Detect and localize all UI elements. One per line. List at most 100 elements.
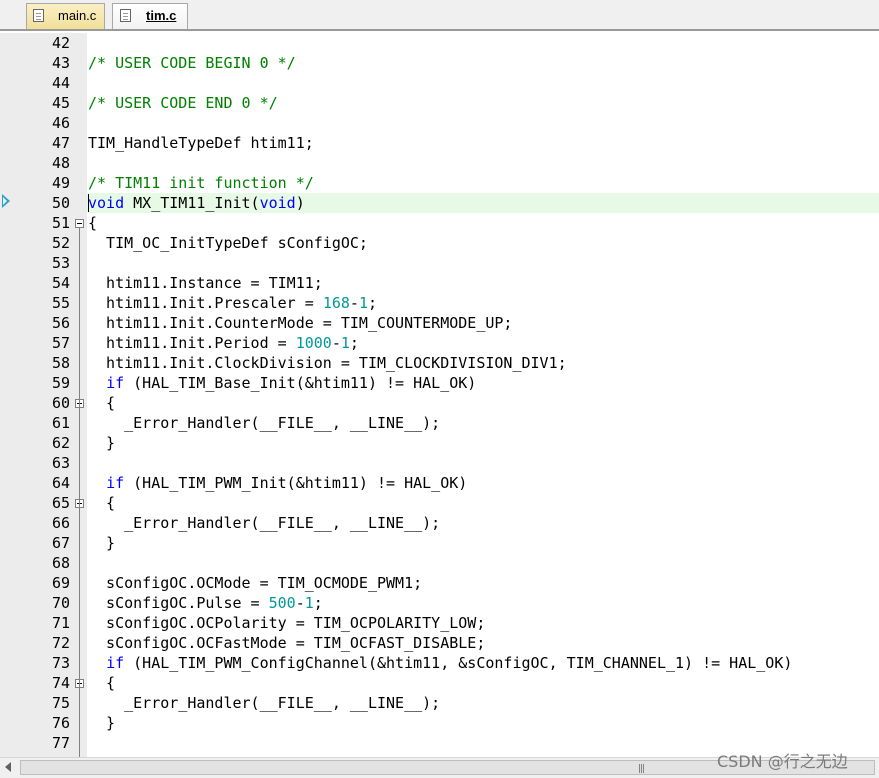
code-token: 500 [268,594,296,612]
code-line[interactable]: } [87,433,879,453]
line-number: 53 [51,254,70,272]
code-line[interactable]: /* TIM11 init function */ [87,173,879,193]
code-line[interactable] [87,553,879,573]
line-number: 60 [51,394,70,412]
scrollbar-grip-icon: ||| [638,764,645,774]
code-line[interactable]: sConfigOC.OCFastMode = TIM_OCFAST_DISABL… [87,633,879,653]
text-caret [88,194,89,212]
current-line-arrow-icon [2,194,10,208]
code-line[interactable]: if (HAL_TIM_Base_Init(&htim11) != HAL_OK… [87,373,879,393]
code-line[interactable]: { [87,213,879,233]
code-line[interactable]: htim11.Instance = TIM11; [87,273,879,293]
scroll-left-arrow-icon[interactable] [5,762,11,772]
code-token: /* USER CODE END 0 */ [88,94,278,112]
code-token: void [88,194,125,212]
line-number: 47 [51,134,70,152]
code-editor[interactable]: /* USER CODE BEGIN 0 */ /* USER CODE END … [87,33,879,757]
code-token: - [349,294,359,312]
code-token: htim11.Init.Prescaler = [88,294,323,312]
line-number: 48 [51,154,70,172]
code-line[interactable] [87,113,879,133]
code-token: } [88,714,116,732]
line-number: 50 [51,194,70,212]
code-token: htim11.Init.CounterMode = TIM_COUNTERMOD… [88,314,513,332]
line-number: 68 [51,554,70,572]
code-token: /* TIM11 init function */ [88,174,314,192]
code-line[interactable]: htim11.Init.ClockDivision = TIM_CLOCKDIV… [87,353,879,373]
line-number: 54 [51,274,70,292]
line-number: 75 [51,694,70,712]
code-line[interactable]: /* USER CODE BEGIN 0 */ [87,53,879,73]
line-number: 42 [51,34,70,52]
line-number: 72 [51,634,70,652]
code-token: (HAL_TIM_PWM_Init(&htim11) != HAL_OK) [124,474,468,492]
line-number: 77 [51,734,70,752]
line-number: 46 [51,114,70,132]
line-number: 66 [51,514,70,532]
line-number-gutter[interactable]: 42 43 44 45 46 47 48 49 50 51 52 53 54 55 56 57 58 59 60 61… [0,33,87,757]
line-number: 74 [51,674,70,692]
code-token: 168 [322,294,350,312]
code-line[interactable]: htim11.Init.Prescaler = 168-1; [87,293,879,313]
code-line[interactable]: _Error_Handler(__FILE__, __LINE__); [87,693,879,713]
code-line[interactable]: _Error_Handler(__FILE__, __LINE__); [87,513,879,533]
code-line[interactable]: } [87,533,879,553]
line-number: 76 [51,714,70,732]
code-line[interactable]: /* USER CODE END 0 */ [87,93,879,113]
line-number: 49 [51,174,70,192]
line-number: 65 [51,494,70,512]
code-token: } [88,534,116,552]
code-token: _Error_Handler(__FILE__, __LINE__); [88,694,441,712]
code-line[interactable] [87,453,879,473]
code-line[interactable]: { [87,393,879,413]
code-line[interactable] [87,33,879,53]
code-token: } [88,434,116,452]
code-token: if [106,374,125,392]
line-number: 61 [51,414,70,432]
code-line[interactable] [87,153,879,173]
code-line[interactable]: { [87,673,879,693]
code-line[interactable] [87,73,879,93]
code-line[interactable]: htim11.Init.CounterMode = TIM_COUNTERMOD… [87,313,879,333]
line-number: 52 [51,234,70,252]
tab-tim-c[interactable]: tim.c [112,3,188,29]
fold-collapse-icon[interactable] [75,219,84,228]
code-line[interactable]: void MX_TIM11_Init(void) [87,193,879,213]
line-number: 44 [51,74,70,92]
code-token: { [88,394,116,412]
tab-main-c[interactable]: main.c [26,3,105,29]
code-line[interactable]: if (HAL_TIM_PWM_ConfigChannel(&htim11, &… [87,653,879,673]
code-token: htim11.Instance = TIM11; [88,274,323,292]
code-line[interactable]: if (HAL_TIM_PWM_Init(&htim11) != HAL_OK) [87,473,879,493]
code-line[interactable]: htim11.Init.Period = 1000-1; [87,333,879,353]
code-line[interactable]: sConfigOC.OCMode = TIM_OCMODE_PWM1; [87,573,879,593]
code-token: sConfigOC.OCFastMode = TIM_OCFAST_DISABL… [88,634,486,652]
code-line[interactable]: _Error_Handler(__FILE__, __LINE__); [87,413,879,433]
line-number: 58 [51,354,70,372]
code-token: ; [367,294,377,312]
code-token: - [295,594,305,612]
code-line[interactable]: sConfigOC.OCPolarity = TIM_OCPOLARITY_LO… [87,613,879,633]
line-number: 70 [51,594,70,612]
code-line[interactable]: TIM_OC_InitTypeDef sConfigOC; [87,233,879,253]
line-number: 67 [51,534,70,552]
line-number: 64 [51,474,70,492]
code-token: void [259,194,296,212]
code-token: /* USER CODE BEGIN 0 */ [88,54,296,72]
code-line[interactable] [87,253,879,273]
code-token: { [88,494,116,512]
code-token: (HAL_TIM_Base_Init(&htim11) != HAL_OK) [124,374,477,392]
code-line[interactable]: TIM_HandleTypeDef htim11; [87,133,879,153]
code-token: sConfigOC.Pulse = [88,594,269,612]
tab-label: main.c [58,8,97,23]
code-line[interactable]: sConfigOC.Pulse = 500-1; [87,593,879,613]
code-line[interactable]: { [87,493,879,513]
code-token: 1 [358,294,368,312]
line-number: 73 [51,654,70,672]
code-token: if [106,654,125,672]
code-line[interactable]: } [87,713,879,733]
line-number: 69 [51,574,70,592]
line-number: 45 [51,94,70,112]
editor-tab-bar: main.c tim.c [0,0,879,31]
